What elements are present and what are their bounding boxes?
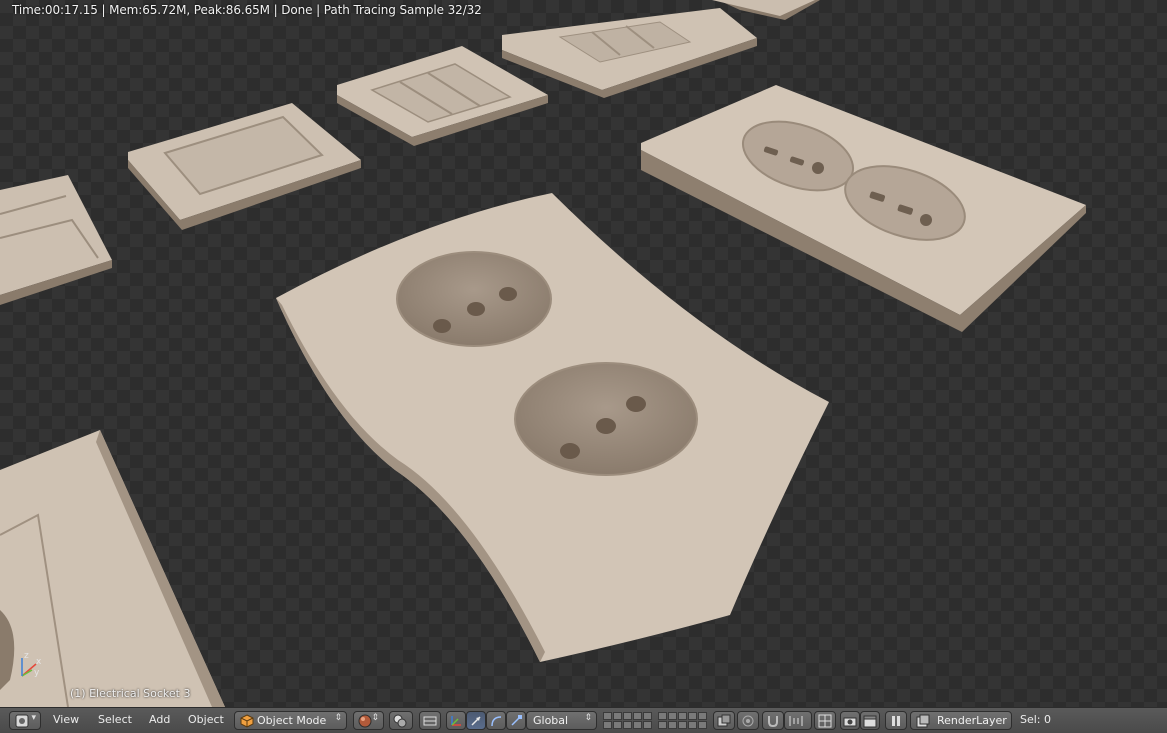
pause-render-button[interactable] [885, 711, 907, 730]
axis-label-y: y [34, 668, 40, 678]
render-still-button[interactable] [840, 711, 860, 730]
arrow-icon [471, 715, 481, 726]
sphere-icon [358, 714, 372, 727]
snap-increment-icon [789, 715, 803, 726]
layer-12[interactable] [613, 721, 622, 729]
rotate-manipulator-button[interactable] [486, 711, 506, 730]
render-scene [0, 0, 1167, 707]
pivot-align-button[interactable] [419, 711, 441, 730]
layer-13[interactable] [623, 721, 632, 729]
pivot-point-dropdown[interactable] [389, 711, 413, 730]
layer-8[interactable] [678, 712, 687, 720]
snap-toggle[interactable] [762, 711, 784, 730]
menu-select[interactable]: Select [98, 713, 132, 726]
layer-6[interactable] [658, 712, 667, 720]
align-icon [423, 716, 437, 725]
snap-element-dropdown[interactable] [784, 711, 812, 730]
layers-icon [717, 714, 731, 726]
transform-orientation-dropdown[interactable]: Global ⇕ [526, 711, 597, 730]
layer-7[interactable] [668, 712, 677, 720]
layer-2[interactable] [613, 712, 622, 720]
layer-4[interactable] [633, 712, 642, 720]
scale-manipulator-button[interactable] [506, 711, 526, 730]
render-layer-icon [916, 714, 930, 728]
layer-5[interactable] [643, 712, 652, 720]
3d-view-icon [15, 714, 29, 727]
grid-icon [818, 714, 832, 727]
menu-add[interactable]: Add [149, 713, 170, 726]
pivot-icon [393, 714, 407, 727]
viewport-shading-dropdown[interactable]: ⇕ [353, 711, 384, 730]
layer-11[interactable] [603, 721, 612, 729]
proportional-icon [742, 715, 754, 726]
layer-3[interactable] [623, 712, 632, 720]
chevron-updown-icon: ⇕ [584, 713, 592, 723]
transform-orientation-label: Global [533, 714, 569, 727]
layer-buttons-group-1[interactable] [603, 712, 652, 729]
render-status-text: Time:00:17.15 | Mem:65.72M, Peak:86.65M … [12, 3, 482, 17]
clapper-icon [863, 715, 877, 727]
layer-1[interactable] [603, 712, 612, 720]
mode-label: Object Mode [257, 714, 327, 727]
render-animation-button[interactable] [860, 711, 880, 730]
layer-buttons-group-2[interactable] [658, 712, 707, 729]
menu-view[interactable]: View [53, 713, 79, 726]
layer-15[interactable] [643, 721, 652, 729]
camera-icon [843, 717, 857, 726]
layer-20[interactable] [698, 721, 707, 729]
scale-icon [511, 714, 522, 726]
editor-type-button[interactable]: ▾ [9, 711, 41, 730]
axis-label-x: x [36, 657, 42, 667]
chevron-updown-icon: ⇕ [371, 713, 379, 723]
render-layer-label: RenderLayer [937, 714, 1007, 727]
active-object-label: (1) Electrical Socket 3 [70, 687, 191, 700]
chevron-down-icon: ▾ [31, 713, 36, 723]
3d-viewport[interactable]: Time:00:17.15 | Mem:65.72M, Peak:86.65M … [0, 0, 1167, 707]
layer-18[interactable] [678, 721, 687, 729]
render-layer-button[interactable]: RenderLayer [910, 711, 1012, 730]
magnet-icon [768, 715, 778, 727]
proportional-editing-button[interactable] [737, 711, 759, 730]
axis-label-z: z [24, 651, 29, 661]
mode-dropdown[interactable]: Object Mode ⇕ [234, 711, 347, 730]
chevron-updown-icon: ⇕ [334, 713, 342, 723]
selection-info: Sel: 0 [1020, 713, 1052, 726]
translate-manipulator-button[interactable] [466, 711, 486, 730]
manipulator-toggle[interactable] [446, 711, 466, 730]
layer-9[interactable] [688, 712, 697, 720]
lock-camera-layers-button[interactable] [713, 711, 735, 730]
layer-17[interactable] [668, 721, 677, 729]
3d-view-header: ▾ View Select Add Object Object Mode ⇕ ⇕ [0, 707, 1167, 733]
manipulator-icon [451, 715, 461, 726]
rotate-icon [491, 715, 502, 726]
pause-icon [892, 715, 900, 726]
layer-14[interactable] [633, 721, 642, 729]
layer-10[interactable] [698, 712, 707, 720]
menu-object[interactable]: Object [188, 713, 224, 726]
axis-gizmo-icon: x y z [21, 651, 42, 678]
layer-19[interactable] [688, 721, 697, 729]
layer-16[interactable] [658, 721, 667, 729]
object-cube-icon [240, 714, 254, 728]
snap-target-button[interactable] [814, 711, 836, 730]
